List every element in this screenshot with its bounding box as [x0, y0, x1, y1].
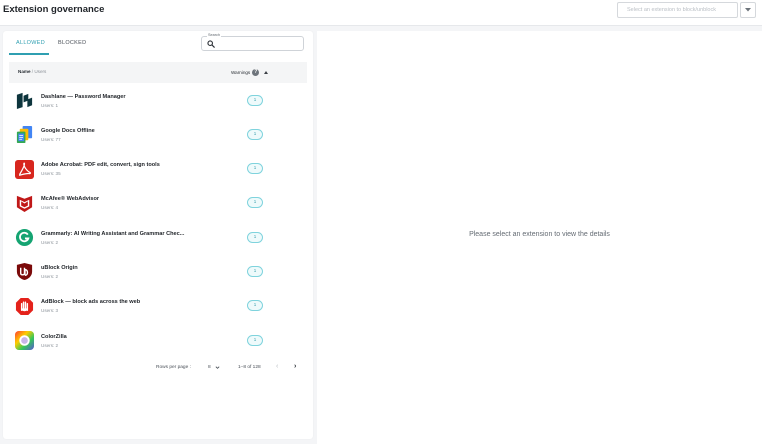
warnings-badge: 1 — [247, 231, 263, 243]
mcafee-logo-icon — [16, 195, 33, 212]
warnings-badge: 1 — [247, 334, 263, 346]
table-row[interactable]: Grammarly: AI Writing Assistant and Gram… — [9, 221, 307, 255]
dashlane-logo-icon — [16, 92, 33, 110]
extension-name: McAfee® WebAdvisor — [41, 196, 100, 203]
sort-ascending-icon[interactable] — [264, 71, 269, 74]
chevron-down-icon — [215, 366, 220, 369]
ublock-logo-icon — [16, 263, 33, 281]
pagination-range: 1–8 of 128 — [238, 365, 261, 370]
extension-name: Grammarly: AI Writing Assistant and Gram… — [41, 230, 185, 237]
search-input[interactable]: Search — [201, 33, 304, 51]
warnings-badge: 1 — [247, 94, 263, 106]
table-row[interactable]: Adobe Acrobat: PDF edit, convert, sign t… — [9, 153, 307, 187]
active-tab-indicator — [9, 53, 49, 55]
page-title: Extension governance — [3, 4, 105, 15]
pagination: Rows per page : 8 1–8 of 128 ‹ › — [9, 361, 307, 375]
rows-per-page-value: 8 — [208, 365, 211, 370]
grammarly-logo-icon — [15, 229, 34, 247]
chevron-down-icon — [745, 8, 751, 12]
extension-name: uBlock Origin — [41, 264, 78, 271]
top-bar: Extension governance Select an extension… — [0, 0, 762, 26]
warnings-badge: 1 — [247, 197, 263, 209]
next-page-button[interactable]: › — [294, 363, 296, 370]
column-header-warnings[interactable]: Warnings ? — [231, 69, 269, 76]
column-header-warnings-label: Warnings — [231, 70, 251, 75]
google-docs-logo-icon — [16, 126, 33, 144]
extension-select-dropdown-button[interactable] — [740, 2, 756, 18]
rows-per-page-label: Rows per page : — [156, 365, 191, 370]
column-header-name[interactable]: Name / Users — [18, 69, 46, 74]
extension-users: Users: 2 — [41, 239, 59, 245]
extension-details-panel: Please select an extension to view the d… — [317, 31, 762, 444]
search-icon — [207, 40, 215, 48]
extension-select[interactable]: Select an extension to block/unblock — [617, 2, 738, 18]
table-row[interactable]: ColorZilla Users: 2 1 — [9, 324, 307, 358]
extensions-list-panel: ALLOWED BLOCKED Search Name / Users Warn… — [3, 31, 313, 439]
table-header: Name / Users Warnings ? — [9, 62, 307, 83]
warnings-badge: 1 — [247, 300, 263, 312]
colorzilla-logo-icon — [15, 331, 34, 351]
tab-blocked[interactable]: BLOCKED — [58, 40, 86, 46]
adblock-logo-icon — [15, 297, 34, 315]
table-row[interactable]: uBlock Origin Users: 2 1 — [9, 255, 307, 289]
extension-users: Users: 1 — [41, 102, 59, 108]
adobe-acrobat-logo-icon — [15, 159, 34, 179]
previous-page-button[interactable]: ‹ — [276, 363, 278, 370]
extension-name: Dashlane — Password Manager — [41, 93, 126, 100]
search-label: Search — [207, 33, 222, 37]
warnings-badge: 1 — [247, 265, 263, 277]
extension-users: Users: 2 — [41, 273, 59, 279]
rows-per-page-select[interactable]: 8 — [208, 365, 220, 370]
extension-users: Users: 3 — [41, 308, 59, 314]
extensions-table-body: Dashlane — Password Manager Users: 1 1 G… — [9, 84, 307, 358]
tab-allowed[interactable]: ALLOWED — [16, 40, 45, 46]
warnings-badge: 1 — [247, 163, 263, 175]
table-row[interactable]: Dashlane — Password Manager Users: 1 1 — [9, 84, 307, 118]
warnings-badge: 1 — [247, 128, 263, 140]
extension-users: Users: 2 — [41, 342, 59, 348]
extension-name: Adobe Acrobat: PDF edit, convert, sign t… — [41, 162, 160, 169]
extension-name: Google Docs Offline — [41, 127, 95, 134]
extension-name: AdBlock — block ads across the web — [41, 299, 141, 306]
table-row[interactable]: McAfee® WebAdvisor Users: 4 1 — [9, 187, 307, 221]
help-icon[interactable]: ? — [252, 69, 260, 76]
empty-state-message: Please select an extension to view the d… — [469, 231, 610, 238]
column-header-name-sub: / Users — [31, 69, 47, 74]
extension-users: Users: 35 — [41, 171, 61, 177]
extension-users: Users: 77 — [41, 136, 61, 142]
table-row[interactable]: Google Docs Offline Users: 77 1 — [9, 118, 307, 152]
extension-users: Users: 4 — [41, 205, 59, 211]
table-row[interactable]: AdBlock — block ads across the web Users… — [9, 290, 307, 324]
extension-name: ColorZilla — [41, 333, 67, 340]
